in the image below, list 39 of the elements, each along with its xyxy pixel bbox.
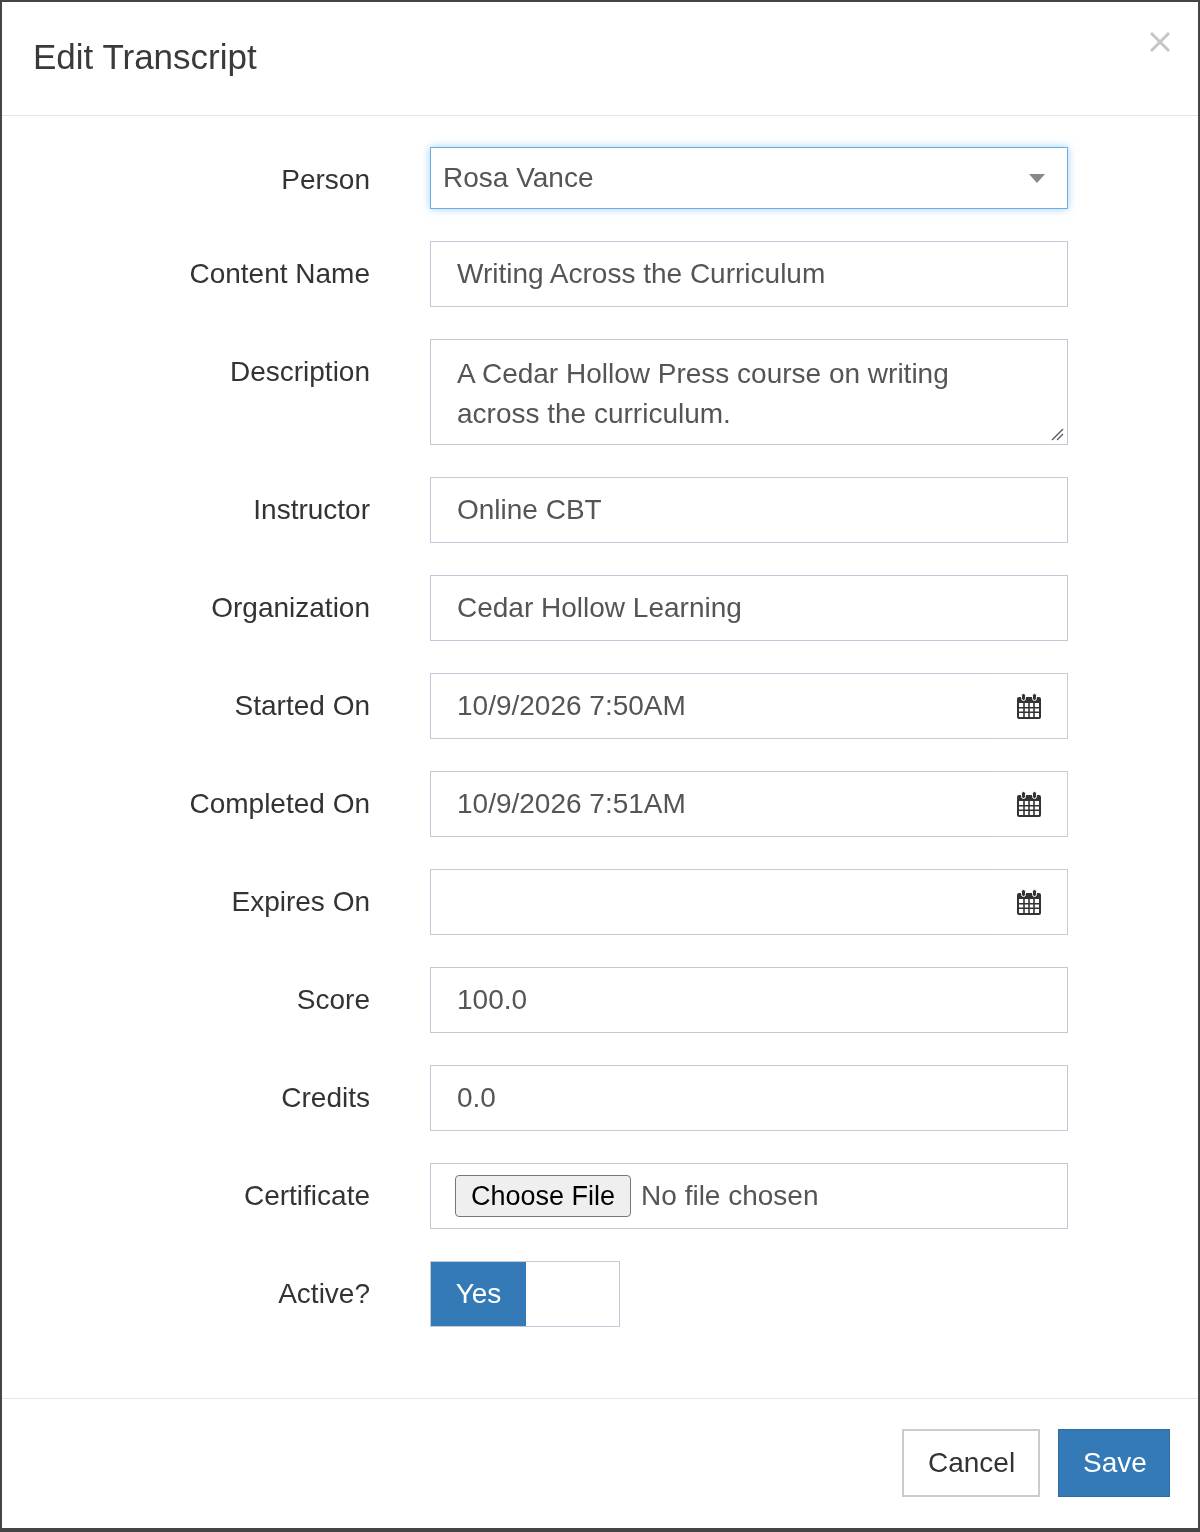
field-label: Credits	[281, 1081, 370, 1115]
field-label: Score	[296, 983, 370, 1017]
date-field[interactable]: 10/9/2026 7:50AM	[430, 673, 991, 739]
calendar-icon	[1016, 888, 1042, 916]
field-label: Description	[229, 355, 370, 389]
field-label: Expires On	[231, 885, 370, 919]
text-field[interactable]: Online CBT	[430, 477, 1068, 543]
calendar-button[interactable]	[990, 673, 1068, 739]
resize-grip-icon[interactable]	[1051, 428, 1064, 441]
calendar-button[interactable]	[990, 869, 1068, 935]
field-label: Active?	[278, 1277, 370, 1311]
field-label: Started On	[234, 689, 370, 723]
field-label: Certificate	[243, 1179, 370, 1213]
toggle-label: Yes	[431, 1262, 526, 1326]
text-field[interactable]: Cedar Hollow Learning	[430, 575, 1068, 641]
file-status-text: No file chosen	[641, 1179, 819, 1213]
field-label: Person	[281, 163, 370, 197]
file-input-field[interactable]: Choose File No file chosen	[430, 1163, 1068, 1229]
calendar-button[interactable]	[990, 771, 1068, 837]
textarea-field[interactable]: A Cedar Hollow Press course on writing across the curriculum.	[430, 339, 1068, 445]
field-label: Content Name	[189, 257, 370, 291]
text-field[interactable]: Writing Across the Curriculum	[430, 241, 1068, 307]
choose-file-button[interactable]: Choose File	[455, 1175, 632, 1217]
calendar-icon	[1016, 790, 1042, 818]
date-field[interactable]: 10/9/2026 7:51AM	[430, 771, 991, 837]
field-label: Completed On	[189, 787, 370, 821]
select-field[interactable]: Rosa Vance	[430, 147, 1068, 209]
cancel-button[interactable]: Cancel	[902, 1429, 1040, 1497]
toggle-switch[interactable]: Yes	[430, 1261, 620, 1327]
calendar-icon	[1016, 692, 1042, 720]
date-field[interactable]	[430, 869, 991, 935]
field-label: Instructor	[253, 493, 370, 527]
text-field[interactable]: 0.0	[430, 1065, 1068, 1131]
text-field[interactable]: 100.0	[430, 967, 1068, 1033]
dialog-title: Edit Transcript	[33, 35, 257, 78]
close-icon	[1150, 31, 1170, 52]
field-label: Organization	[211, 591, 370, 625]
save-button[interactable]: Save	[1058, 1429, 1170, 1497]
caret-icon	[1029, 173, 1045, 183]
